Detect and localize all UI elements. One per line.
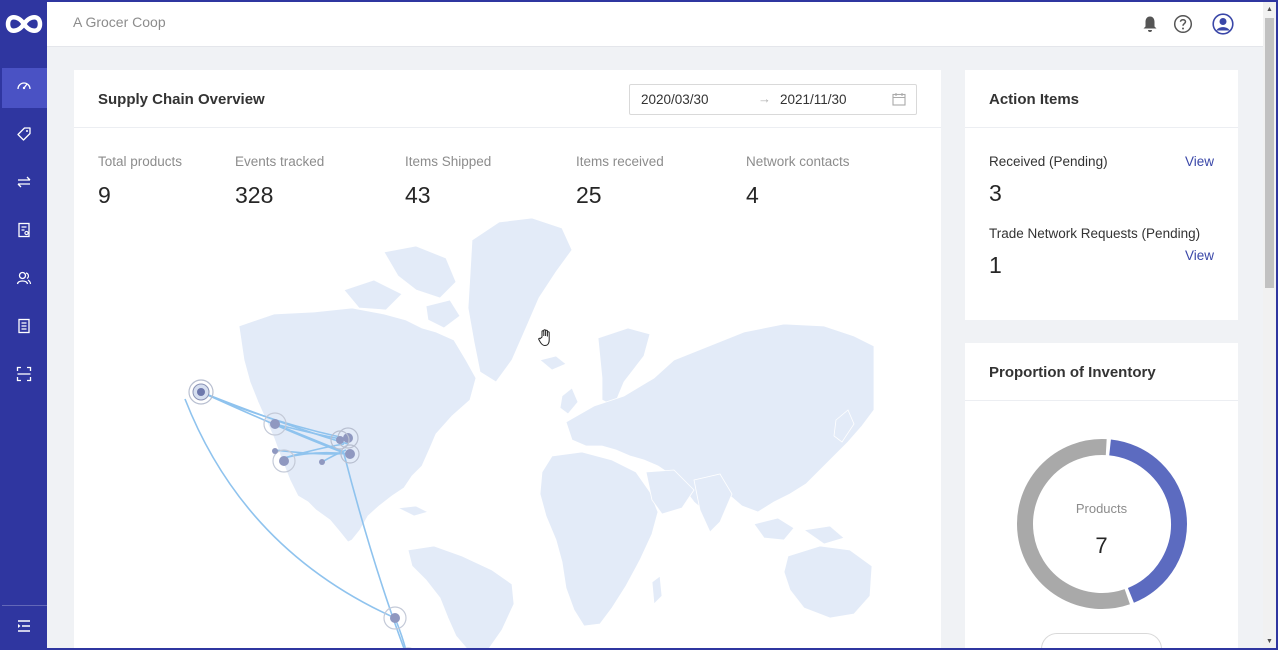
page-scrollbar[interactable]: ▲ ▼ (1263, 2, 1276, 648)
stat-value: 328 (235, 182, 274, 208)
stat-value: 9 (98, 182, 111, 208)
scroll-up-arrow[interactable]: ▲ (1263, 2, 1276, 16)
date-start-input[interactable]: 2020/03/30 (641, 92, 709, 107)
action-item-value: 1 (989, 252, 1002, 278)
document-icon (16, 318, 32, 339)
date-separator-arrow: → (758, 91, 771, 106)
supply-chain-overview-card: Supply Chain Overview 2020/03/30 → 2021/… (74, 70, 941, 650)
stat-label: Items received (576, 154, 664, 169)
stat-items-received: Items received 25 (576, 154, 664, 209)
nav-products[interactable] (0, 116, 47, 156)
action-items-card: Action Items Received (Pending) View 3 T… (965, 70, 1238, 320)
action-items-title: Action Items (989, 91, 1080, 108)
stat-value: 43 (405, 182, 431, 208)
user-avatar-icon[interactable] (1212, 13, 1234, 35)
date-range-picker[interactable]: 2020/03/30 → 2021/11/30 (629, 84, 917, 115)
scroll-down-arrow[interactable]: ▼ (1263, 634, 1276, 648)
location-marker[interactable] (188, 379, 214, 405)
nav-documents[interactable] (0, 308, 47, 348)
sidebar-toggle[interactable] (0, 605, 47, 650)
stat-events-tracked: Events tracked 328 (235, 154, 324, 209)
stat-network-contacts: Network contacts 4 (746, 154, 850, 209)
sidebar (0, 0, 47, 650)
stat-items-shipped: Items Shipped 43 (405, 154, 491, 209)
nav-scan[interactable] (0, 356, 47, 396)
inventory-donut-chart[interactable] (1015, 437, 1189, 611)
donut-center-label: Products (1075, 501, 1128, 516)
top-header: A Grocer Coop (47, 0, 1263, 47)
donut-segment-0[interactable] (1109, 439, 1187, 603)
organization-name: A Grocer Coop (73, 14, 166, 30)
inventory-card: Proportion of Inventory Products 7 View … (965, 343, 1238, 650)
card-divider (965, 400, 1238, 401)
view-products-button[interactable]: View Products (1041, 633, 1162, 650)
view-received-link[interactable]: View (1185, 154, 1214, 169)
stat-label: Total products (98, 154, 183, 169)
users-icon (16, 270, 32, 291)
date-end-input[interactable]: 2021/11/30 (780, 92, 847, 107)
supply-chain-world-map[interactable] (154, 210, 874, 650)
calendar-icon[interactable] (892, 92, 906, 109)
action-item-value: 3 (989, 180, 1002, 206)
bell-icon[interactable] (1139, 13, 1161, 35)
donut-center-value: 7 (1095, 533, 1108, 558)
stat-label: Events tracked (235, 154, 325, 169)
help-icon[interactable] (1172, 13, 1194, 35)
view-trade-requests-link[interactable]: View (1185, 248, 1214, 263)
action-item-label: Received (Pending) (989, 154, 1108, 169)
stat-label: Network contacts (746, 154, 850, 169)
stat-value: 25 (576, 182, 602, 208)
inventory-title: Proportion of Inventory (989, 364, 1156, 381)
stat-total-products: Total products 9 (98, 154, 182, 209)
menu-collapse-icon (17, 619, 31, 638)
tag-icon (16, 126, 32, 147)
nav-reports[interactable] (0, 212, 47, 252)
stat-value: 4 (746, 182, 759, 208)
stat-label: Items Shipped (405, 154, 492, 169)
transfer-icon (16, 174, 32, 195)
hand-cursor-icon (537, 328, 555, 353)
overview-title: Supply Chain Overview (98, 91, 265, 108)
scan-icon (16, 366, 32, 387)
scroll-thumb[interactable] (1265, 18, 1274, 288)
report-icon (16, 222, 32, 243)
card-divider (74, 127, 941, 128)
infinity-logo-icon[interactable] (0, 0, 47, 48)
action-item-label: Trade Network Requests (Pending) (989, 226, 1201, 241)
nav-contacts[interactable] (0, 260, 47, 300)
donut-segment-1[interactable] (1017, 439, 1130, 609)
nav-dashboard[interactable] (0, 68, 47, 108)
card-divider (965, 127, 1238, 128)
nav-transfers[interactable] (0, 164, 47, 204)
dashboard-icon (16, 78, 32, 99)
